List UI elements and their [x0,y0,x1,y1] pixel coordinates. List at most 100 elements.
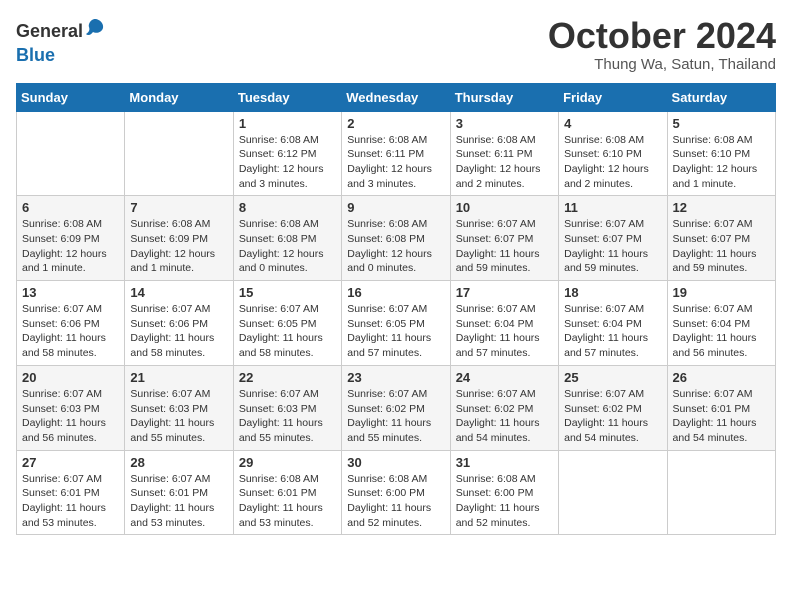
calendar-week-row: 13 Sunrise: 6:07 AM Sunset: 6:06 PM Dayli… [17,281,776,366]
logo-bird-icon [83,16,107,46]
day-number: 4 [564,116,661,131]
calendar-cell: 27 Sunrise: 6:07 AM Sunset: 6:01 PM Dayli… [17,450,125,535]
day-number: 6 [22,200,119,215]
page-header: General Blue October 2024 Thung Wa, Satu… [16,16,776,73]
day-number: 26 [673,370,770,385]
calendar-cell: 5 Sunrise: 6:08 AM Sunset: 6:10 PM Daylig… [667,111,775,196]
day-number: 20 [22,370,119,385]
calendar-cell: 1 Sunrise: 6:08 AM Sunset: 6:12 PM Daylig… [233,111,341,196]
day-info: Sunrise: 6:08 AM Sunset: 6:08 PM Dayligh… [239,217,336,276]
day-info: Sunrise: 6:07 AM Sunset: 6:01 PM Dayligh… [22,472,119,531]
day-number: 19 [673,285,770,300]
day-info: Sunrise: 6:08 AM Sunset: 6:00 PM Dayligh… [347,472,444,531]
header-sunday: Sunday [17,83,125,111]
calendar-cell: 4 Sunrise: 6:08 AM Sunset: 6:10 PM Daylig… [559,111,667,196]
calendar-week-row: 27 Sunrise: 6:07 AM Sunset: 6:01 PM Dayli… [17,450,776,535]
day-number: 14 [130,285,227,300]
calendar-cell: 23 Sunrise: 6:07 AM Sunset: 6:02 PM Dayli… [342,365,450,450]
month-title: October 2024 [548,16,776,56]
calendar-week-row: 20 Sunrise: 6:07 AM Sunset: 6:03 PM Dayli… [17,365,776,450]
logo-blue-text: Blue [16,45,55,65]
day-number: 24 [456,370,553,385]
day-number: 22 [239,370,336,385]
day-number: 3 [456,116,553,131]
day-number: 2 [347,116,444,131]
day-info: Sunrise: 6:07 AM Sunset: 6:05 PM Dayligh… [239,302,336,361]
header-tuesday: Tuesday [233,83,341,111]
day-info: Sunrise: 6:07 AM Sunset: 6:07 PM Dayligh… [564,217,661,276]
day-info: Sunrise: 6:07 AM Sunset: 6:03 PM Dayligh… [130,387,227,446]
day-number: 5 [673,116,770,131]
day-number: 16 [347,285,444,300]
day-info: Sunrise: 6:07 AM Sunset: 6:01 PM Dayligh… [130,472,227,531]
calendar-header-row: SundayMondayTuesdayWednesdayThursdayFrid… [17,83,776,111]
calendar-cell [125,111,233,196]
calendar-cell: 17Sunrise: 6:07 AM Sunset: 6:04 PM Dayli… [450,281,558,366]
day-info: Sunrise: 6:07 AM Sunset: 6:03 PM Dayligh… [239,387,336,446]
day-number: 28 [130,455,227,470]
calendar-cell: 3 Sunrise: 6:08 AM Sunset: 6:11 PM Daylig… [450,111,558,196]
day-number: 23 [347,370,444,385]
day-number: 27 [22,455,119,470]
day-number: 29 [239,455,336,470]
calendar-cell: 29 Sunrise: 6:08 AM Sunset: 6:01 PM Dayli… [233,450,341,535]
day-info: Sunrise: 6:08 AM Sunset: 6:08 PM Dayligh… [347,217,444,276]
day-info: Sunrise: 6:08 AM Sunset: 6:09 PM Dayligh… [130,217,227,276]
day-info: Sunrise: 6:07 AM Sunset: 6:03 PM Dayligh… [22,387,119,446]
day-info: Sunrise: 6:08 AM Sunset: 6:00 PM Dayligh… [456,472,553,531]
day-number: 1 [239,116,336,131]
day-number: 18 [564,285,661,300]
logo-general-text: General [16,22,83,40]
day-number: 30 [347,455,444,470]
day-info: Sunrise: 6:08 AM Sunset: 6:10 PM Dayligh… [564,133,661,192]
day-info: Sunrise: 6:08 AM Sunset: 6:01 PM Dayligh… [239,472,336,531]
day-number: 8 [239,200,336,215]
calendar-cell: 2 Sunrise: 6:08 AM Sunset: 6:11 PM Daylig… [342,111,450,196]
calendar-cell: 19Sunrise: 6:07 AM Sunset: 6:04 PM Dayli… [667,281,775,366]
day-info: Sunrise: 6:08 AM Sunset: 6:12 PM Dayligh… [239,133,336,192]
calendar-week-row: 6 Sunrise: 6:08 AM Sunset: 6:09 PM Daylig… [17,196,776,281]
calendar-cell: 31 Sunrise: 6:08 AM Sunset: 6:00 PM Dayli… [450,450,558,535]
day-info: Sunrise: 6:07 AM Sunset: 6:02 PM Dayligh… [347,387,444,446]
header-wednesday: Wednesday [342,83,450,111]
location-text: Thung Wa, Satun, Thailand [548,56,776,73]
calendar-cell: 6 Sunrise: 6:08 AM Sunset: 6:09 PM Daylig… [17,196,125,281]
day-info: Sunrise: 6:08 AM Sunset: 6:09 PM Dayligh… [22,217,119,276]
calendar-cell: 22 Sunrise: 6:07 AM Sunset: 6:03 PM Dayli… [233,365,341,450]
day-info: Sunrise: 6:07 AM Sunset: 6:01 PM Dayligh… [673,387,770,446]
day-info: Sunrise: 6:08 AM Sunset: 6:10 PM Dayligh… [673,133,770,192]
header-monday: Monday [125,83,233,111]
calendar-cell: 14 Sunrise: 6:07 AM Sunset: 6:06 PM Dayli… [125,281,233,366]
day-info: Sunrise: 6:07 AM Sunset: 6:07 PM Dayligh… [673,217,770,276]
calendar-cell: 13 Sunrise: 6:07 AM Sunset: 6:06 PM Dayli… [17,281,125,366]
day-info: Sunrise: 6:08 AM Sunset: 6:11 PM Dayligh… [347,133,444,192]
calendar-cell: 11Sunrise: 6:07 AM Sunset: 6:07 PM Dayli… [559,196,667,281]
day-number: 13 [22,285,119,300]
day-info: Sunrise: 6:07 AM Sunset: 6:04 PM Dayligh… [456,302,553,361]
calendar-cell [17,111,125,196]
day-info: Sunrise: 6:07 AM Sunset: 6:07 PM Dayligh… [456,217,553,276]
logo: General Blue [16,16,107,66]
day-number: 10 [456,200,553,215]
day-number: 21 [130,370,227,385]
header-thursday: Thursday [450,83,558,111]
title-section: October 2024 Thung Wa, Satun, Thailand [548,16,776,73]
calendar-cell: 16 Sunrise: 6:07 AM Sunset: 6:05 PM Dayli… [342,281,450,366]
day-info: Sunrise: 6:07 AM Sunset: 6:05 PM Dayligh… [347,302,444,361]
calendar-cell: 10 Sunrise: 6:07 AM Sunset: 6:07 PM Dayli… [450,196,558,281]
calendar-cell: 28 Sunrise: 6:07 AM Sunset: 6:01 PM Dayli… [125,450,233,535]
day-number: 12 [673,200,770,215]
calendar-cell: 8 Sunrise: 6:08 AM Sunset: 6:08 PM Daylig… [233,196,341,281]
calendar-cell: 9Sunrise: 6:08 AM Sunset: 6:08 PM Daylig… [342,196,450,281]
day-info: Sunrise: 6:08 AM Sunset: 6:11 PM Dayligh… [456,133,553,192]
calendar-cell: 7 Sunrise: 6:08 AM Sunset: 6:09 PM Daylig… [125,196,233,281]
calendar-cell: 15Sunrise: 6:07 AM Sunset: 6:05 PM Dayli… [233,281,341,366]
day-info: Sunrise: 6:07 AM Sunset: 6:06 PM Dayligh… [130,302,227,361]
calendar-cell: 24Sunrise: 6:07 AM Sunset: 6:02 PM Dayli… [450,365,558,450]
day-number: 7 [130,200,227,215]
day-number: 25 [564,370,661,385]
calendar-cell [667,450,775,535]
day-number: 31 [456,455,553,470]
day-info: Sunrise: 6:07 AM Sunset: 6:06 PM Dayligh… [22,302,119,361]
calendar-cell: 20 Sunrise: 6:07 AM Sunset: 6:03 PM Dayli… [17,365,125,450]
